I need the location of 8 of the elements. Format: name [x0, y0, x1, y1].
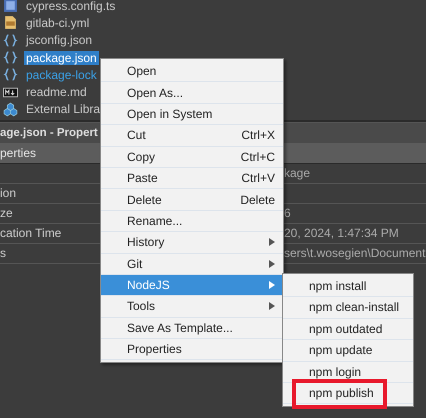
property-value: kage [284, 166, 310, 180]
property-name: ze [0, 206, 13, 220]
property-name: s [0, 246, 6, 260]
property-value: 6 [284, 206, 291, 220]
property-value: sers\t.wosegien\Document [284, 246, 426, 260]
property-value: 20, 2024, 1:47:34 PM [284, 226, 399, 240]
property-name: cation Time [0, 226, 62, 240]
property-name: ion [0, 186, 16, 200]
